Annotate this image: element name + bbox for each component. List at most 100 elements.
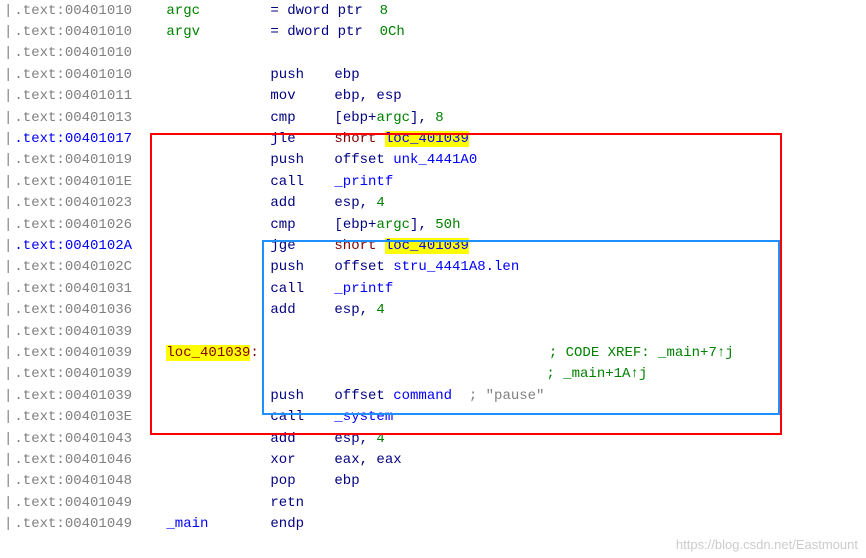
gutter: | bbox=[4, 88, 12, 104]
asm-line[interactable]: |.text:00401023 addesp, 4 bbox=[0, 193, 866, 214]
mnemonic: add bbox=[270, 431, 334, 447]
address: .text:0040102A bbox=[14, 238, 166, 254]
address: .text:00401019 bbox=[14, 152, 166, 168]
var-type: = dword ptr bbox=[270, 24, 379, 40]
address: .text:00401011 bbox=[14, 88, 166, 104]
mnemonic: add bbox=[270, 195, 334, 211]
mnemonic: call bbox=[270, 281, 334, 297]
asm-line[interactable]: |.text:0040103Ecall_system bbox=[0, 406, 866, 427]
gutter: | bbox=[4, 195, 12, 211]
address: .text:00401039 bbox=[14, 366, 166, 382]
operand: [ebp+argc], 8 bbox=[334, 110, 443, 126]
operand: _system bbox=[334, 409, 393, 425]
operand: offset command bbox=[334, 388, 452, 404]
operand: esp, 4 bbox=[334, 302, 384, 318]
asm-line[interactable]: |.text:00401031 call_printf bbox=[0, 278, 866, 299]
operand: ebp bbox=[334, 473, 359, 489]
gutter: | bbox=[4, 366, 12, 382]
asm-line[interactable]: |.text:00401026cmp[ebp+argc], 50h bbox=[0, 214, 866, 235]
asm-line[interactable]: |.text:00401048popebp bbox=[0, 471, 866, 492]
gutter: | bbox=[4, 302, 12, 318]
asm-line[interactable]: |.text:00401010 bbox=[0, 43, 866, 64]
gutter: | bbox=[4, 45, 12, 61]
asm-line[interactable]: |.text:00401013cmp[ebp+argc], 8 bbox=[0, 107, 866, 128]
asm-line[interactable]: |.text:00401043addesp, 4 bbox=[0, 428, 866, 449]
asm-line[interactable]: |.text:0040101Ecall_printf bbox=[0, 171, 866, 192]
asm-line[interactable]: |.text:00401017jleshort loc_401039 bbox=[0, 128, 866, 149]
mnemonic: mov bbox=[270, 88, 334, 104]
operand: ebp bbox=[334, 67, 359, 83]
mnemonic: call bbox=[270, 174, 334, 190]
var-type: = dword ptr bbox=[270, 3, 379, 19]
operand: ebp, esp bbox=[334, 88, 401, 104]
operand: eax, eax bbox=[334, 452, 401, 468]
asm-line[interactable]: |.text:00401010argc= dword ptr 8 bbox=[0, 0, 866, 21]
operand: offset unk_4441A0 bbox=[334, 152, 477, 168]
address: .text:0040101E bbox=[14, 174, 166, 190]
address: .text:00401049 bbox=[14, 516, 166, 532]
address: .text:00401010 bbox=[14, 3, 166, 19]
address: .text:00401039 bbox=[14, 388, 166, 404]
operand: offset stru_4441A8.len bbox=[334, 259, 519, 275]
location-label: loc_401039 bbox=[166, 345, 250, 361]
asm-line[interactable]: |.text:00401049retn bbox=[0, 492, 866, 513]
gutter: | bbox=[4, 388, 12, 404]
mnemonic: xor bbox=[270, 452, 334, 468]
address: .text:00401046 bbox=[14, 452, 166, 468]
gutter: | bbox=[4, 259, 12, 275]
asm-line[interactable]: |.text:00401039loc_401039:; CODE XREF: _… bbox=[0, 342, 866, 363]
address: .text:00401013 bbox=[14, 110, 166, 126]
asm-line[interactable]: |.text:00401039; _main+1A↑j bbox=[0, 364, 866, 385]
gutter: | bbox=[4, 431, 12, 447]
watermark: https://blog.csdn.net/Eastmount bbox=[676, 537, 858, 552]
asm-line[interactable]: |.text:00401046 xoreax, eax bbox=[0, 449, 866, 470]
operand: esp, 4 bbox=[334, 195, 384, 211]
gutter: | bbox=[4, 473, 12, 489]
variable-name: argv bbox=[166, 24, 270, 40]
gutter: | bbox=[4, 452, 12, 468]
asm-line[interactable]: |.text:00401049_mainendp bbox=[0, 513, 866, 534]
gutter: | bbox=[4, 152, 12, 168]
gutter: | bbox=[4, 3, 12, 19]
address: .text:00401023 bbox=[14, 195, 166, 211]
mnemonic: add bbox=[270, 302, 334, 318]
asm-line[interactable]: |.text:00401010argv= dword ptr 0Ch bbox=[0, 21, 866, 42]
asm-line[interactable]: |.text:00401011 movebp, esp bbox=[0, 86, 866, 107]
asm-line[interactable]: |.text:0040102Ajgeshort loc_401039 bbox=[0, 235, 866, 256]
mnemonic: push bbox=[270, 388, 334, 404]
address: .text:0040103E bbox=[14, 409, 166, 425]
asm-line[interactable]: |.text:00401036 addesp, 4 bbox=[0, 299, 866, 320]
address: .text:00401049 bbox=[14, 495, 166, 511]
mnemonic: push bbox=[270, 67, 334, 83]
address: .text:00401017 bbox=[14, 131, 166, 147]
gutter: | bbox=[4, 516, 12, 532]
mnemonic: jge bbox=[270, 238, 334, 254]
gutter: | bbox=[4, 409, 12, 425]
address: .text:0040102C bbox=[14, 259, 166, 275]
xref-comment: ; CODE XREF: _main+7↑j bbox=[549, 345, 734, 361]
address: .text:00401036 bbox=[14, 302, 166, 318]
operand: esp, 4 bbox=[334, 431, 384, 447]
gutter: | bbox=[4, 110, 12, 126]
asm-line[interactable]: |.text:0040102C pushoffset stru_4441A8.le… bbox=[0, 257, 866, 278]
address: .text:00401026 bbox=[14, 217, 166, 233]
gutter: | bbox=[4, 24, 12, 40]
asm-line[interactable]: |.text:00401019pushoffset unk_4441A0 bbox=[0, 150, 866, 171]
mnemonic: push bbox=[270, 259, 334, 275]
comment: ; "pause" bbox=[469, 388, 545, 404]
address: .text:00401031 bbox=[14, 281, 166, 297]
asm-line[interactable]: |.text:00401039 bbox=[0, 321, 866, 342]
address: .text:00401010 bbox=[14, 67, 166, 83]
operand: [ebp+argc], 50h bbox=[334, 217, 460, 233]
mnemonic: retn bbox=[270, 495, 334, 511]
asm-line[interactable]: |.text:00401010pushebp bbox=[0, 64, 866, 85]
gutter: | bbox=[4, 345, 12, 361]
gutter: | bbox=[4, 281, 12, 297]
gutter: | bbox=[4, 324, 12, 340]
operand: _printf bbox=[334, 281, 393, 297]
mnemonic: jle bbox=[270, 131, 334, 147]
address: .text:00401039 bbox=[14, 324, 166, 340]
asm-line[interactable]: |.text:00401039 pushoffset command ; "pau… bbox=[0, 385, 866, 406]
operand: short loc_401039 bbox=[334, 238, 468, 254]
disassembly-listing[interactable]: |.text:00401010argc= dword ptr 8|.text:0… bbox=[0, 0, 866, 535]
